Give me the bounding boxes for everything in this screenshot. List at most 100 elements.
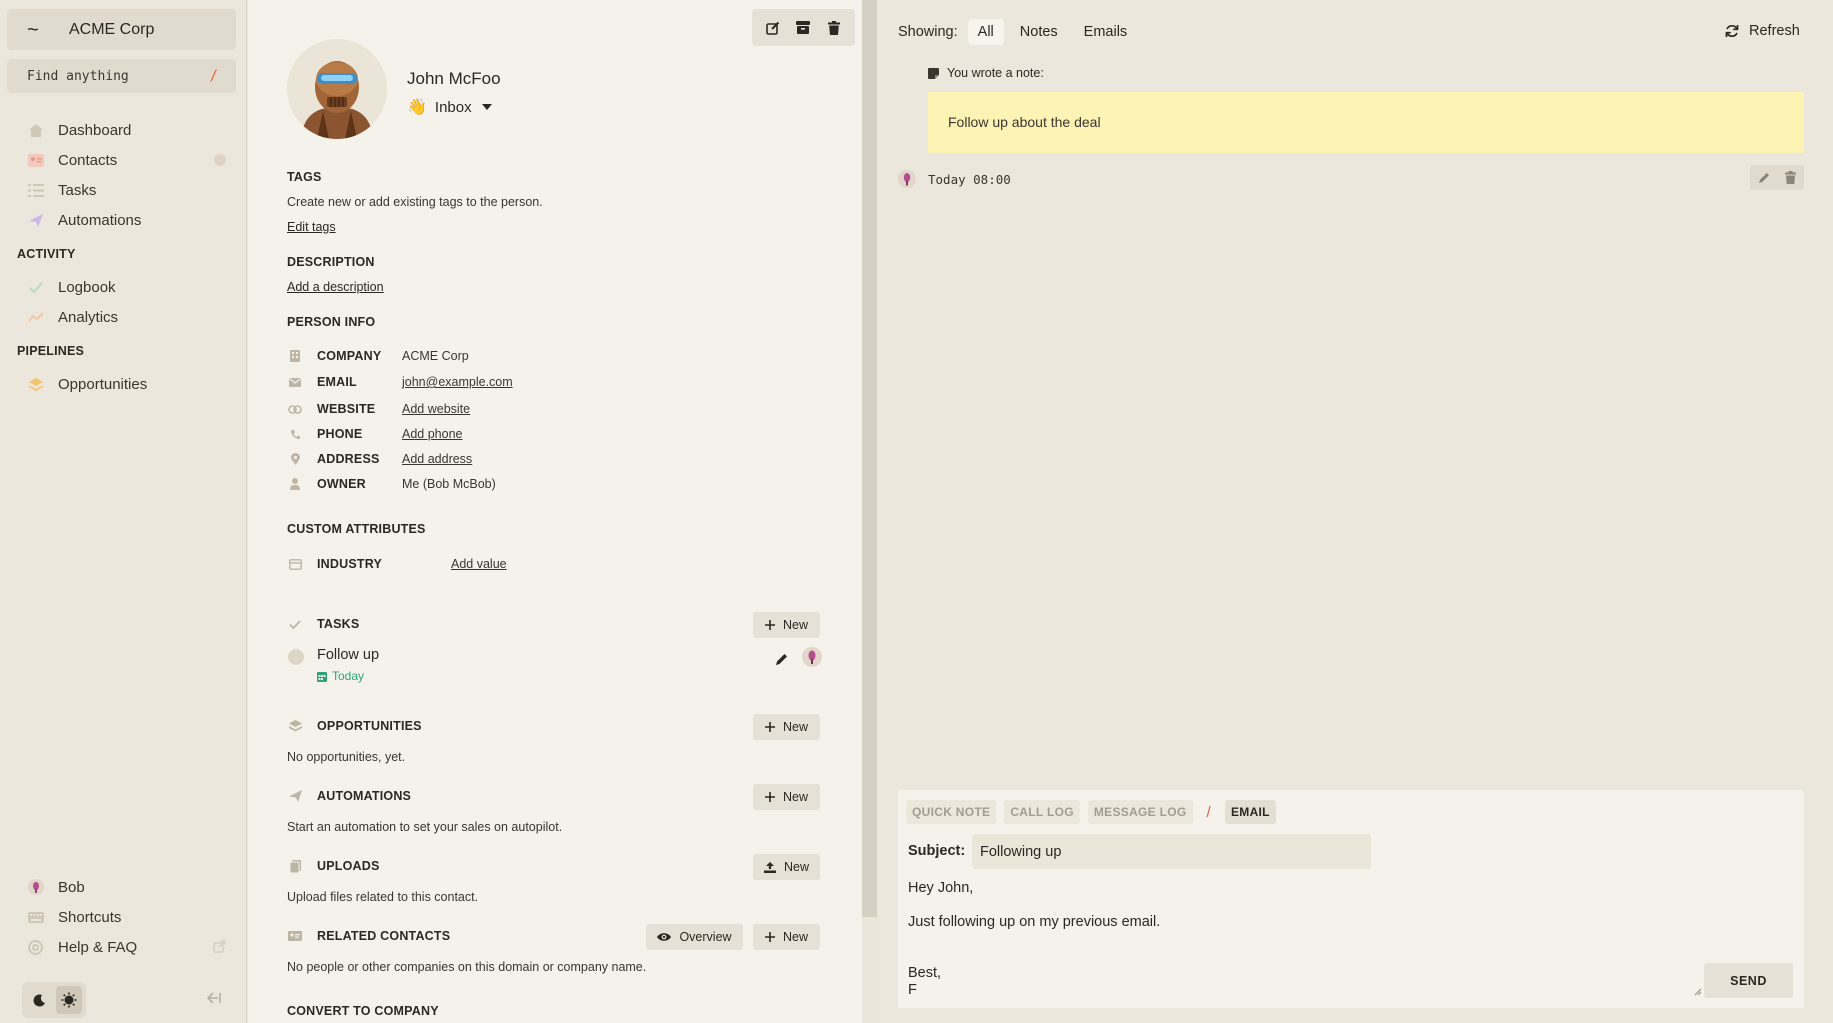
- edit-note-icon[interactable]: [1758, 172, 1770, 184]
- sidebar-item-profile[interactable]: Bob: [7, 873, 236, 901]
- edit-tags-link[interactable]: Edit tags: [287, 220, 336, 234]
- tab-message-log[interactable]: MESSAGE LOG: [1087, 800, 1193, 824]
- person-avatar: [287, 39, 387, 139]
- person-name: John McFoo: [407, 69, 501, 88]
- sidebar-item-contacts[interactable]: Contacts: [7, 146, 236, 174]
- theme-toggle[interactable]: [22, 982, 86, 1018]
- info-label: COMPANY: [317, 349, 382, 363]
- mail-icon: [287, 377, 303, 387]
- keyboard-icon: [27, 909, 44, 926]
- sidebar-item-label: Contacts: [58, 151, 118, 169]
- inbox-status-label: Inbox: [434, 98, 472, 116]
- analytics-icon: [27, 309, 44, 326]
- edit-icon[interactable]: [760, 15, 786, 41]
- add-description-link[interactable]: Add a description: [287, 280, 384, 294]
- scrollbar-thumb[interactable]: [862, 0, 877, 917]
- new-upload-button[interactable]: New: [753, 854, 820, 880]
- check-icon: [27, 279, 44, 296]
- help-icon: [27, 939, 44, 956]
- filter-tab-all[interactable]: All: [967, 19, 1004, 45]
- send-button[interactable]: SEND: [1704, 963, 1793, 998]
- trash-icon[interactable]: [821, 15, 847, 41]
- new-related-contact-button[interactable]: New: [753, 924, 820, 950]
- note-author-avatar: [898, 170, 916, 188]
- info-label: EMAIL: [317, 375, 357, 389]
- sidebar-item-tasks[interactable]: Tasks: [7, 176, 236, 204]
- tab-email[interactable]: EMAIL: [1224, 800, 1276, 824]
- sidebar-item-label: Tasks: [58, 181, 97, 199]
- sidebar-item-opportunities[interactable]: Opportunities: [7, 370, 236, 398]
- link-icon: [287, 404, 303, 414]
- tasks-heading: TASKS: [317, 617, 360, 631]
- info-row-industry: INDUSTRY Add value: [287, 554, 507, 574]
- info-label: PHONE: [317, 427, 363, 441]
- owner-value: Me (Bob McBob): [402, 477, 496, 491]
- moon-icon[interactable]: [26, 986, 52, 1014]
- new-task-button[interactable]: New: [753, 612, 820, 638]
- sidebar-item-label: Dashboard: [58, 121, 132, 139]
- search-placeholder: Find anything: [27, 68, 129, 84]
- delete-note-icon[interactable]: [1785, 171, 1797, 184]
- related-overview-button[interactable]: Overview: [646, 924, 743, 950]
- filter-tab-notes[interactable]: Notes: [1010, 19, 1068, 45]
- refresh-button[interactable]: Refresh: [1725, 23, 1800, 39]
- task-due-label: Today: [332, 669, 365, 683]
- calendar-icon: [317, 671, 327, 682]
- refresh-label: Refresh: [1749, 23, 1800, 39]
- task-assignee-avatar[interactable]: [802, 647, 822, 667]
- sidebar-item-shortcuts[interactable]: Shortcuts: [7, 903, 236, 931]
- custom-attributes-heading: CUSTOM ATTRIBUTES: [287, 522, 426, 536]
- showing-label: Showing:: [898, 24, 958, 40]
- auto-theme-icon[interactable]: [56, 986, 82, 1014]
- uploads-empty-text: Upload files related to this contact.: [287, 890, 479, 904]
- new-automation-button[interactable]: New: [753, 784, 820, 810]
- user-avatar-icon: [27, 879, 44, 896]
- automations-icon: [27, 212, 44, 229]
- plus-icon: [764, 620, 775, 630]
- opportunities-heading: OPPORTUNITIES: [317, 719, 422, 733]
- email-link[interactable]: john@example.com: [402, 375, 513, 389]
- note-card[interactable]: Follow up about the deal: [928, 92, 1804, 153]
- org-logo-icon: ~: [27, 18, 39, 41]
- note-body: Follow up about the deal: [948, 114, 1101, 130]
- collapse-sidebar-icon[interactable]: [206, 992, 221, 1004]
- user-icon: [287, 478, 303, 490]
- id-card-icon: [287, 931, 303, 941]
- contacts-icon: [27, 152, 44, 169]
- info-row-address: ADDRESS Add address: [287, 449, 472, 469]
- add-address-link[interactable]: Add address: [402, 452, 472, 466]
- new-opportunity-button[interactable]: New: [753, 714, 820, 740]
- detail-scrollbar[interactable]: [862, 0, 877, 1023]
- note-icon: [928, 67, 939, 79]
- pencil-icon[interactable]: [775, 653, 788, 666]
- task-title[interactable]: Follow up: [317, 647, 379, 663]
- new-label: New: [782, 720, 808, 734]
- filter-tab-emails[interactable]: Emails: [1074, 19, 1138, 45]
- search-input[interactable]: Find anything /: [7, 59, 236, 93]
- task-complete-checkbox[interactable]: [288, 649, 304, 665]
- add-website-link[interactable]: Add website: [402, 402, 470, 416]
- resize-handle-icon[interactable]: [1694, 988, 1702, 996]
- info-row-company: COMPANY ACME Corp: [287, 346, 469, 366]
- inbox-status-select[interactable]: 👋 Inbox: [407, 97, 492, 117]
- info-label: INDUSTRY: [317, 557, 383, 571]
- sidebar-item-analytics[interactable]: Analytics: [7, 303, 236, 331]
- org-switcher[interactable]: ~ ACME Corp: [7, 9, 236, 50]
- tab-quick-note[interactable]: QUICK NOTE: [906, 800, 997, 824]
- files-icon: [287, 859, 303, 873]
- subject-input[interactable]: [972, 834, 1371, 869]
- uploads-section-header: UPLOADS: [287, 859, 380, 873]
- add-phone-link[interactable]: Add phone: [402, 427, 462, 441]
- add-industry-link[interactable]: Add value: [451, 557, 507, 571]
- email-body-textarea[interactable]: Hey John, Just following up on my previo…: [908, 878, 1703, 1000]
- sidebar-item-automations[interactable]: Automations: [7, 206, 236, 234]
- sidebar-item-logbook[interactable]: Logbook: [7, 273, 236, 301]
- info-row-website: WEBSITE Add website: [287, 399, 470, 419]
- sidebar-item-help[interactable]: Help & FAQ: [7, 933, 236, 961]
- automations-empty-text: Start an automation to set your sales on…: [287, 820, 563, 834]
- note-header: You wrote a note:: [928, 66, 1044, 80]
- tab-call-log[interactable]: CALL LOG: [1004, 800, 1080, 824]
- archive-icon[interactable]: [790, 15, 816, 41]
- sidebar-item-dashboard[interactable]: Dashboard: [7, 116, 236, 144]
- sidebar-item-label: Logbook: [58, 278, 116, 296]
